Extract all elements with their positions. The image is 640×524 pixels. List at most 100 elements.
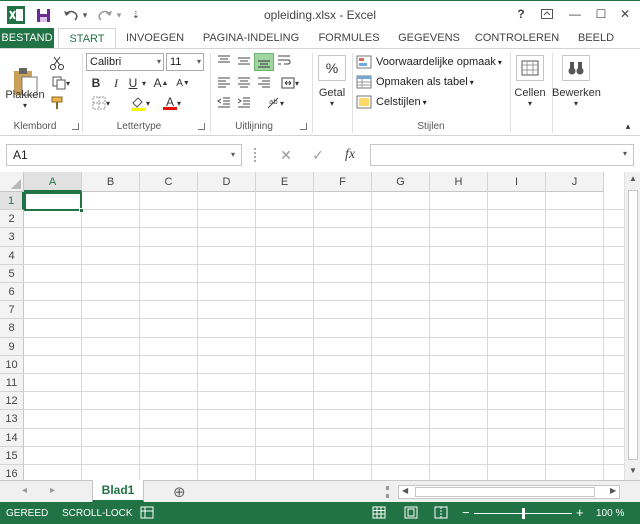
cell-styles-dropdown-icon[interactable]: ▾ <box>423 98 427 107</box>
collapse-ribbon-icon[interactable]: ▴ <box>622 121 634 131</box>
row-header-14[interactable]: 14 <box>0 428 24 447</box>
row-header-6[interactable]: 6 <box>0 283 24 302</box>
italic-button[interactable]: I <box>108 75 124 91</box>
format-as-table-button[interactable]: Opmaken als tabel ▾ <box>356 73 474 91</box>
column-header-d[interactable]: D <box>198 172 256 192</box>
row-header-9[interactable]: 9 <box>0 337 24 356</box>
borders-button[interactable]: ▾ <box>88 95 114 111</box>
row-header-4[interactable]: 4 <box>0 246 24 265</box>
fill-color-dropdown-icon[interactable]: ▾ <box>146 99 150 108</box>
formula-input[interactable]: ▾ <box>370 144 634 166</box>
sheet-next-icon[interactable]: ▸ <box>50 485 55 496</box>
maximize-button[interactable]: ☐ <box>590 5 612 23</box>
page-break-view-icon[interactable] <box>434 506 448 522</box>
align-left-button[interactable] <box>216 75 232 91</box>
sheet-tab-blad1[interactable]: Blad1 <box>92 480 144 502</box>
column-header-a[interactable]: A <box>24 172 82 192</box>
close-button[interactable]: ✕ <box>614 5 636 23</box>
name-box-dropdown-icon[interactable]: ▾ <box>231 145 235 165</box>
conditional-formatting-dropdown-icon[interactable]: ▾ <box>498 58 502 67</box>
editing-dropdown-icon[interactable]: ▾ <box>552 99 600 108</box>
undo-icon[interactable] <box>62 5 80 25</box>
insert-function-icon[interactable]: fx <box>334 147 366 163</box>
row-header-1[interactable]: 1 <box>0 192 24 211</box>
column-header-i[interactable]: I <box>488 172 546 192</box>
number-dropdown-icon[interactable]: ▾ <box>314 99 350 108</box>
hscroll-right-icon[interactable]: ▶ <box>610 486 616 495</box>
font-name-dropdown-icon[interactable]: ▾ <box>157 54 161 70</box>
zoom-in-button[interactable]: + <box>576 505 584 520</box>
row-header-2[interactable]: 2 <box>0 210 24 229</box>
number-format-button[interactable]: % <box>318 55 346 81</box>
horizontal-scroll-thumb[interactable] <box>415 487 595 497</box>
align-bottom-button[interactable] <box>254 53 274 71</box>
font-name-combo[interactable]: Calibri ▾ <box>86 53 164 71</box>
align-right-button[interactable] <box>256 75 272 91</box>
row-header-15[interactable]: 15 <box>0 446 24 465</box>
tab-gegevens[interactable]: GEGEVENS <box>394 28 464 48</box>
tab-invoegen[interactable]: INVOEGEN <box>122 28 188 48</box>
underline-dropdown-icon[interactable]: ▾ <box>140 75 148 91</box>
row-header-10[interactable]: 10 <box>0 355 24 374</box>
sheet-prev-icon[interactable]: ◂ <box>22 485 27 496</box>
column-header-h[interactable]: H <box>430 172 488 192</box>
minimize-button[interactable]: — <box>564 5 586 23</box>
add-sheet-icon[interactable]: ⊕ <box>173 483 186 501</box>
row-header-8[interactable]: 8 <box>0 319 24 338</box>
cancel-icon[interactable]: ✕ <box>270 147 302 164</box>
underline-button[interactable]: U <box>126 75 140 91</box>
normal-view-icon[interactable] <box>372 506 386 522</box>
column-header-b[interactable]: B <box>82 172 140 192</box>
font-size-dropdown-icon[interactable]: ▾ <box>197 54 201 70</box>
font-color-dropdown-icon[interactable]: ▾ <box>177 99 181 108</box>
copy-button[interactable]: ▾ <box>48 75 74 91</box>
column-header-e[interactable]: E <box>256 172 314 192</box>
column-header-j[interactable]: J <box>546 172 604 192</box>
undo-dropdown-icon[interactable]: ▾ <box>80 5 90 25</box>
cell-styles-button[interactable]: Celstijlen ▾ <box>356 93 427 111</box>
borders-dropdown-icon[interactable]: ▾ <box>106 99 110 108</box>
scroll-up-icon[interactable]: ▲ <box>625 174 640 183</box>
cells-button[interactable] <box>516 55 544 81</box>
tab-formules[interactable]: FORMULES <box>314 28 384 48</box>
page-layout-view-icon[interactable] <box>404 506 418 522</box>
align-center-button[interactable] <box>236 75 252 91</box>
row-header-11[interactable]: 11 <box>0 374 24 393</box>
clipboard-launcher-icon[interactable] <box>72 123 79 130</box>
excel-logo-icon[interactable] <box>6 5 26 25</box>
hscroll-left-icon[interactable]: ◀ <box>402 486 408 495</box>
expand-formula-bar-icon[interactable]: ▾ <box>623 149 627 158</box>
redo-icon[interactable] <box>96 5 114 25</box>
bold-button[interactable]: B <box>88 75 104 91</box>
paste-dropdown-icon[interactable]: ▾ <box>4 101 46 110</box>
decrease-indent-button[interactable] <box>216 95 232 111</box>
horizontal-scrollbar[interactable] <box>398 485 620 499</box>
fill-color-button[interactable]: ▾ <box>126 95 154 111</box>
align-middle-button[interactable] <box>236 53 252 69</box>
tab-pagina-indeling[interactable]: PAGINA-INDELING <box>198 28 304 48</box>
name-box[interactable]: A1 ▾ <box>6 144 242 166</box>
zoom-level[interactable]: 100 % <box>596 508 624 519</box>
column-header-c[interactable]: C <box>140 172 198 192</box>
alignment-launcher-icon[interactable] <box>300 123 307 130</box>
fill-handle[interactable] <box>79 208 84 213</box>
editing-button[interactable] <box>562 55 590 81</box>
font-size-combo[interactable]: 11 ▾ <box>166 53 204 71</box>
font-launcher-icon[interactable] <box>198 123 205 130</box>
merge-dropdown-icon[interactable]: ▾ <box>295 79 299 88</box>
tab-start[interactable]: START <box>58 28 116 49</box>
column-header-f[interactable]: F <box>314 172 372 192</box>
format-as-table-dropdown-icon[interactable]: ▾ <box>470 78 474 87</box>
row-header-12[interactable]: 12 <box>0 392 24 411</box>
orientation-dropdown-icon[interactable]: ▾ <box>280 99 284 108</box>
redo-dropdown-icon[interactable]: ▾ <box>114 5 124 25</box>
row-header-13[interactable]: 13 <box>0 410 24 429</box>
worksheet-grid[interactable]: A B C D E F G H I J 1 2 3 4 5 6 7 8 9 10 11 12 13 14 15 16 <box>0 172 624 480</box>
tab-split-grip-icon[interactable] <box>386 486 389 498</box>
vertical-scroll-thumb[interactable] <box>628 190 638 460</box>
vertical-scrollbar[interactable]: ▲ ▼ <box>624 172 640 480</box>
macro-record-icon[interactable] <box>140 506 154 522</box>
row-header-5[interactable]: 5 <box>0 264 24 283</box>
cells-dropdown-icon[interactable]: ▾ <box>512 99 548 108</box>
font-color-button[interactable]: A ▾ <box>158 95 186 111</box>
